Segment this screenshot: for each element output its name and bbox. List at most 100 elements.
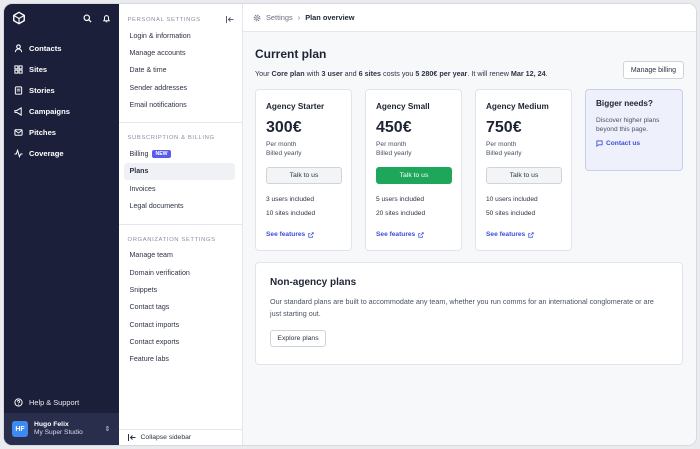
- talk-to-us-button[interactable]: Talk to us: [376, 167, 452, 184]
- manage-billing-button[interactable]: Manage billing: [622, 61, 684, 79]
- plan-card-price: 750€: [486, 119, 522, 136]
- nav-header: [4, 4, 119, 32]
- settings-panel: Personal settings Login & information Ma…: [118, 4, 243, 445]
- personal-settings-section: Personal settings Login & information Ma…: [118, 4, 242, 124]
- contact-us-label: Contact us: [606, 140, 641, 148]
- plan-cards: Agency Starter 300€ Per month Billed year…: [255, 89, 683, 251]
- section-title: Organization settings: [127, 236, 216, 243]
- current-plan-summary: Your Core plan with 3 user and 6 sites c…: [255, 69, 683, 78]
- chat-icon: [596, 140, 603, 148]
- plan-card-price: 300€: [266, 119, 302, 136]
- summary-text: costs you: [381, 69, 416, 78]
- settings-item-snippets[interactable]: Snippets: [119, 281, 235, 298]
- settings-item-accounts[interactable]: Manage accounts: [119, 44, 235, 61]
- plan-card-users: 5 users included: [376, 196, 425, 203]
- see-features-label: See features: [486, 231, 526, 238]
- chevron-updown-icon: ⇕: [104, 426, 111, 433]
- explore-plans-button[interactable]: Explore plans: [270, 329, 326, 347]
- settings-item-label: Billing: [129, 150, 149, 159]
- see-features-link[interactable]: See features: [486, 231, 534, 238]
- main-content: Settings › Plan overview Current plan Yo…: [243, 4, 696, 445]
- see-features-label: See features: [376, 231, 416, 238]
- app-window: Contacts Sites Stories Campaigns Pitches…: [4, 4, 696, 445]
- user-switcher[interactable]: HF Hugo Felix My Super Studio ⇕: [4, 413, 119, 445]
- plan-overview: Current plan Your Core plan with 3 user …: [243, 32, 696, 365]
- summary-text: with: [304, 69, 322, 78]
- section-title: Personal settings: [127, 16, 201, 23]
- nav-item-stories[interactable]: Stories: [4, 80, 119, 101]
- see-features-label: See features: [266, 231, 306, 238]
- plan-card-per: Per month: [486, 141, 517, 148]
- app-logo-icon[interactable]: [12, 11, 26, 25]
- settings-item-senders[interactable]: Sender addresses: [119, 79, 235, 96]
- section-header: Personal settings: [119, 12, 242, 27]
- main-navigation: Contacts Sites Stories Campaigns Pitches…: [4, 4, 119, 445]
- avatar: HF: [12, 421, 28, 437]
- billing-settings-section: Subscription & billing Billing NEW Plans…: [118, 123, 242, 225]
- nav-item-campaigns[interactable]: Campaigns: [4, 101, 119, 122]
- talk-to-us-button[interactable]: Talk to us: [486, 167, 562, 184]
- collapse-panel-icon[interactable]: [226, 16, 234, 23]
- settings-item-billing[interactable]: Billing NEW: [119, 145, 235, 162]
- bigger-needs-text: Discover higher plans beyond this page.: [596, 117, 660, 134]
- settings-item-legal[interactable]: Legal documents: [119, 197, 235, 214]
- nav-item-label: Contacts: [29, 44, 62, 53]
- collapse-sidebar-button[interactable]: Collapse sidebar: [118, 429, 242, 445]
- non-agency-plans-card: Non-agency plans Our standard plans are …: [255, 262, 683, 365]
- plan-card-name: Agency Small: [376, 102, 430, 111]
- settings-item-date-time[interactable]: Date & time: [119, 62, 235, 79]
- bell-icon[interactable]: [102, 14, 111, 23]
- plan-card-price: 450€: [376, 119, 412, 136]
- collapse-label: Collapse sidebar: [140, 434, 192, 441]
- settings-item-notifications[interactable]: Email notifications: [119, 96, 235, 113]
- megaphone-icon: [14, 107, 22, 116]
- plan-card-sites: 20 sites included: [376, 210, 426, 217]
- breadcrumb-settings[interactable]: Settings: [266, 13, 293, 22]
- nav-item-pitches[interactable]: Pitches: [4, 122, 119, 143]
- settings-item-exports[interactable]: Contact exports: [119, 333, 235, 350]
- talk-to-us-button[interactable]: Talk to us: [266, 167, 342, 184]
- nav-item-label: Stories: [29, 86, 55, 95]
- see-features-link[interactable]: See features: [266, 231, 314, 238]
- plan-price: 5 280€ per year: [415, 69, 468, 78]
- settings-item-tags[interactable]: Contact tags: [119, 299, 235, 316]
- search-icon[interactable]: [83, 13, 92, 23]
- nav-item-sites[interactable]: Sites: [4, 59, 119, 80]
- nav-item-label: Coverage: [29, 149, 64, 158]
- settings-item-plans[interactable]: Plans: [123, 162, 235, 181]
- breadcrumb: Settings › Plan overview: [243, 4, 696, 32]
- plan-card-users: 10 users included: [486, 196, 538, 203]
- summary-text: Your: [255, 69, 272, 78]
- plan-card-agency-small: Agency Small 450€ Per month Billed yearly…: [365, 89, 462, 251]
- see-features-link[interactable]: See features: [376, 231, 424, 238]
- org-settings-section: Organization settings Manage team Domain…: [119, 225, 242, 377]
- plan-card-sites: 50 sites included: [486, 210, 536, 217]
- plan-card-agency-medium: Agency Medium 750€ Per month Billed yearl…: [475, 89, 572, 251]
- user-info: Hugo Felix My Super Studio: [34, 421, 99, 436]
- settings-item-domain[interactable]: Domain verification: [119, 264, 235, 281]
- page-title: Current plan: [255, 47, 327, 61]
- users-icon: [14, 44, 23, 53]
- nav-item-coverage[interactable]: Coverage: [4, 143, 119, 164]
- contact-us-link[interactable]: Contact us: [596, 140, 672, 148]
- settings-item-imports[interactable]: Contact imports: [119, 316, 235, 333]
- plan-card-billed: Billed yearly: [486, 149, 522, 157]
- plan-card-agency-starter: Agency Starter 300€ Per month Billed year…: [255, 89, 352, 251]
- nav-item-label: Campaigns: [29, 107, 70, 116]
- settings-item-labs[interactable]: Feature labs: [119, 350, 235, 367]
- settings-item-invoices[interactable]: Invoices: [119, 180, 235, 197]
- summary-text: and: [342, 69, 359, 78]
- external-link-icon: [418, 231, 424, 238]
- plan-card-users: 3 users included: [266, 196, 315, 203]
- settings-item-team[interactable]: Manage team: [119, 247, 235, 264]
- plan-card-per: Per month: [266, 141, 297, 148]
- breadcrumb-current: Plan overview: [305, 13, 355, 22]
- grid-icon: [14, 65, 23, 74]
- user-org: My Super Studio: [34, 429, 83, 437]
- nav-item-contacts[interactable]: Contacts: [4, 38, 119, 59]
- help-support-link[interactable]: Help & Support: [4, 391, 119, 413]
- settings-item-login[interactable]: Login & information: [119, 27, 235, 44]
- non-agency-title: Non-agency plans: [270, 277, 357, 288]
- plan-sites: 6 sites: [358, 69, 382, 78]
